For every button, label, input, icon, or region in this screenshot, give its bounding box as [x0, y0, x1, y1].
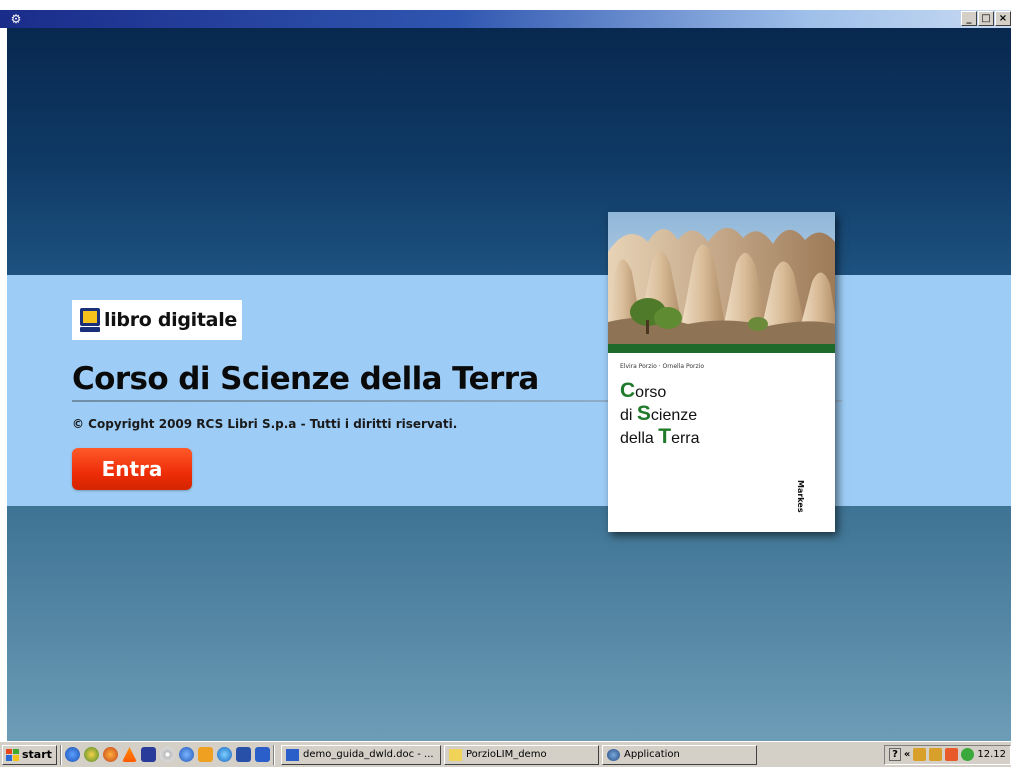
book-title-line: della Terra [620, 425, 700, 448]
cover-strip [608, 344, 835, 353]
taskbar: start demo_guida_dwld.doc - ... PorzioLI… [0, 741, 1011, 767]
book-title-line: Corso [620, 379, 667, 402]
window-title-bar[interactable]: ⚙ _ □ × [0, 10, 1011, 28]
task-label: demo_guida_dwld.doc - ... [303, 749, 434, 760]
book-title-line: di Scienze [620, 402, 698, 425]
browser-icon[interactable] [84, 747, 99, 762]
word-icon[interactable] [255, 747, 270, 762]
close-button[interactable]: × [995, 11, 1011, 26]
book-icon[interactable] [236, 747, 251, 762]
alert-icon[interactable] [945, 748, 959, 761]
network-icon[interactable] [913, 748, 927, 761]
shield-icon[interactable] [961, 748, 975, 761]
clock[interactable]: 12.12 [977, 749, 1006, 760]
app-stage: libro digitale Corso di Scienze della Te… [7, 28, 1011, 741]
minimize-button[interactable]: _ [961, 11, 977, 26]
network-icon[interactable] [929, 748, 943, 761]
background-top [7, 28, 1011, 275]
application-icon [607, 748, 620, 761]
system-tray: ? « 12.12 [884, 744, 1011, 765]
enter-button[interactable]: Entra [72, 448, 192, 490]
ie-icon[interactable] [65, 747, 80, 762]
logo-text: libro digitale [104, 309, 237, 331]
app-icon[interactable] [141, 747, 156, 762]
book-publisher: Markes [796, 480, 805, 513]
task-folder[interactable]: PorzioLIM_demo [444, 744, 599, 765]
task-label: PorzioLIM_demo [466, 749, 547, 760]
maximize-button[interactable]: □ [978, 11, 994, 26]
taskbar-separator [60, 744, 62, 765]
windows-logo-icon [6, 748, 19, 761]
word-doc-icon [286, 748, 299, 761]
quick-launch [65, 747, 270, 762]
task-application[interactable]: Application [602, 744, 757, 765]
gear-icon[interactable]: ⚙ [9, 12, 23, 26]
book-authors: Elvira Porzio · Ornella Porzio [620, 363, 705, 370]
book-cover: Elvira Porzio · Ornella Porzio Corso di … [608, 212, 835, 532]
task-label: Application [624, 749, 680, 760]
start-button[interactable]: start [2, 744, 57, 765]
window-controls: _ □ × [961, 11, 1011, 26]
tray-expand-chevron[interactable]: « [904, 749, 910, 760]
taskbar-separator [273, 744, 275, 765]
cd-icon[interactable] [160, 747, 175, 762]
cover-photo [608, 212, 835, 344]
book-title: Corso di Scienze della Terra [620, 380, 700, 449]
media-icon[interactable] [179, 747, 194, 762]
background-bottom [7, 506, 1011, 741]
outlook-icon[interactable] [198, 747, 213, 762]
vlc-icon[interactable] [122, 747, 137, 762]
rock-formations-image [608, 212, 835, 344]
ie-icon[interactable] [217, 747, 232, 762]
task-word-document[interactable]: demo_guida_dwld.doc - ... [281, 744, 441, 765]
firefox-icon[interactable] [103, 747, 118, 762]
libro-digitale-logo: libro digitale [72, 300, 242, 340]
folder-icon [449, 748, 462, 761]
start-label: start [22, 748, 52, 761]
copyright-text: © Copyright 2009 RCS Libri S.p.a - Tutti… [72, 417, 458, 431]
page-title: Corso di Scienze della Terra [72, 361, 539, 397]
help-icon[interactable]: ? [889, 748, 901, 761]
monitor-icon [80, 308, 100, 332]
